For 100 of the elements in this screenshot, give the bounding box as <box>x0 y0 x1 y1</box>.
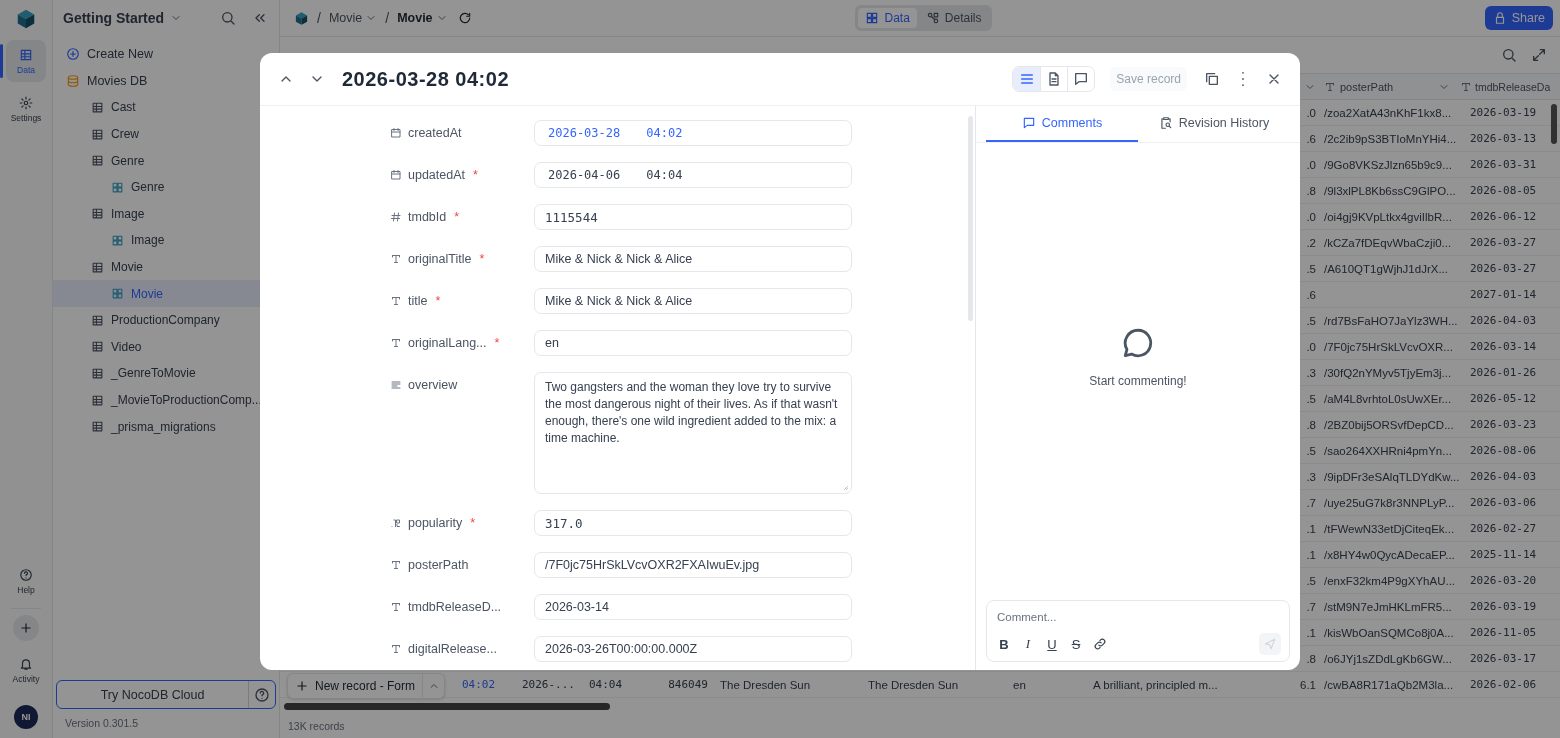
datetime-field[interactable]: 2026-03-28 04:02 <box>534 120 852 146</box>
required-mark: * <box>494 336 500 350</box>
table-cell-text: .1 <box>1305 625 1317 641</box>
add-button[interactable] <box>13 615 39 641</box>
search-button[interactable] <box>1500 46 1518 64</box>
plus-icon <box>295 679 309 693</box>
refresh-icon <box>457 11 472 25</box>
scrollbar[interactable] <box>1551 104 1557 144</box>
table-item[interactable]: _GenreToMovie <box>53 360 279 387</box>
panel-tab[interactable]: Revision History <box>1138 106 1290 142</box>
panel-tab[interactable]: Comments <box>986 106 1138 142</box>
table-cell-text: 2026-03-17 <box>1469 651 1538 667</box>
input-field[interactable]: en <box>534 330 852 356</box>
new-record-button[interactable]: New record - Form <box>288 674 422 698</box>
strike-button[interactable]: S <box>1067 635 1085 653</box>
breadcrumb-separator: / <box>317 10 321 26</box>
table-cell-text: .3 <box>1305 469 1317 485</box>
table-cell-text: 2026-03-19 <box>1469 599 1538 615</box>
field-label: digitalRelease... <box>408 642 497 656</box>
table-item[interactable]: Cast <box>53 94 279 121</box>
breadcrumb-item[interactable]: Movie <box>328 11 378 25</box>
table-icon <box>91 340 104 354</box>
scrollbar[interactable] <box>284 702 610 710</box>
table-cell: /kCZa7fDEqvWbaCzji0... <box>1324 236 1452 249</box>
expand-icon <box>1531 47 1547 63</box>
column-header[interactable]: tmdbReleaseDa <box>1456 74 1560 99</box>
table-cell-text: 2026-01-26 <box>1469 365 1538 381</box>
rail-item[interactable]: Settings <box>6 88 46 130</box>
table-item[interactable]: _prisma_migrations <box>53 413 279 440</box>
scrollbar[interactable] <box>968 116 973 321</box>
field-label: originalLang... <box>408 336 487 350</box>
more-vertical-icon <box>1241 71 1245 87</box>
table-cell: /A610QT1gWjhJ1dJrX... <box>1324 262 1448 275</box>
logo-icon <box>294 10 309 26</box>
table-icon <box>91 420 104 434</box>
rail-item[interactable]: Activity <box>6 649 46 691</box>
italic-button[interactable]: I <box>1019 635 1037 653</box>
empty-state-text: Start commenting! <box>1089 373 1187 388</box>
table-cell-text: 2027-01-14 <box>1469 287 1538 303</box>
table-item[interactable]: Image <box>53 200 279 228</box>
table-cell-text: 2026-02-06 <box>1469 677 1538 693</box>
view-item[interactable]: Image <box>53 227 279 254</box>
input-field[interactable]: /7F0jc75HrSkLVcvOXR2FXAIwuEv.jpg <box>534 552 852 578</box>
table-item[interactable]: Video <box>53 333 279 361</box>
share-button[interactable]: Share <box>1484 6 1553 30</box>
table-item[interactable]: ProductionCompany <box>53 306 279 334</box>
table-cell: 04:04 <box>589 678 623 691</box>
table-cell: /9ipDFr3eSAlqTLDYdKw... <box>1324 470 1460 483</box>
input-field[interactable]: 2026-03-14 <box>534 594 852 620</box>
base-item[interactable]: Movies DB <box>53 67 279 95</box>
field-label: originalTitle <box>408 252 472 266</box>
view-tab[interactable]: Data <box>858 8 917 28</box>
logo-icon <box>15 8 37 30</box>
text-area[interactable]: Two gangsters and the woman they love try to survive the most dangerous night of their lives. As if that wasn't enough, there's one wild ingredient added to the mix: a time machine. <box>534 372 852 494</box>
fullscreen-button[interactable] <box>1530 46 1548 64</box>
table-cell-text: 2026-03-23 <box>1469 417 1538 433</box>
table-cell: /9Go8VKSzJlzn65b9c9... <box>1324 158 1452 171</box>
user-avatar[interactable]: NI <box>14 705 38 729</box>
table-cell: /uye25uG7k8r3NNPLyP... <box>1324 496 1455 509</box>
table-cell: /enxF32km4P9gXYhAU... <box>1324 574 1456 587</box>
plus-icon <box>19 621 33 635</box>
underline-button[interactable]: U <box>1043 635 1061 653</box>
table-item[interactable]: Genre <box>53 147 279 174</box>
table-cell-text: .0 <box>1305 105 1317 121</box>
table-cell-text: 2026-02-27 <box>1469 521 1538 537</box>
table-cell: /stM9N7eJmHKLmFR5... <box>1324 600 1452 613</box>
datetime-field[interactable]: 2026-04-06 04:04 <box>534 162 852 188</box>
field-label: posterPath <box>408 558 469 572</box>
column-header[interactable]: posterPath <box>1318 74 1456 99</box>
table-cell-text: 2026-04-03 <box>1469 469 1538 485</box>
calendar-icon <box>390 127 402 139</box>
create-new-item[interactable]: Create New <box>53 41 279 68</box>
view-tab[interactable]: Details <box>918 8 989 28</box>
breadcrumb-item[interactable]: Movie <box>397 11 448 25</box>
table-cell-text: 6.1 <box>1299 677 1317 693</box>
table-cell: /sao264XXHRni4pmYn... <box>1324 444 1452 457</box>
search-button[interactable] <box>219 9 237 27</box>
table-item[interactable]: Movie <box>53 253 279 281</box>
view-item[interactable]: Genre <box>53 173 279 201</box>
input-field[interactable]: Mike & Nick & Nick & Alice <box>534 288 852 314</box>
table-item[interactable]: _MovieToProductionComp... <box>53 386 279 414</box>
rail-item[interactable]: Help <box>6 560 46 602</box>
table-cell-text: 2026-04-03 <box>1469 313 1538 329</box>
version-label: Version 0.301.5 <box>64 716 139 731</box>
text-type-icon <box>390 643 402 655</box>
record-count: 13K records <box>288 719 345 732</box>
table-cell-text: .1 <box>1305 547 1317 563</box>
input-field[interactable]: 1115544 <box>534 204 852 230</box>
input-field[interactable]: 2026-03-26T00:00:00.000Z <box>534 636 852 662</box>
table-cell-text: .0 <box>1305 209 1317 225</box>
bold-button[interactable]: B <box>995 635 1013 653</box>
hash-icon <box>390 211 402 223</box>
table-cell: /zoa2XatA43nKhF1kx8... <box>1324 106 1452 119</box>
table-icon <box>91 101 104 114</box>
input-field[interactable]: 317.0 <box>534 510 852 536</box>
table-cell: /oi4gj9KVpLtkx4gviIlbR... <box>1324 210 1452 223</box>
table-item[interactable]: Crew <box>53 120 279 148</box>
field-label: tmdbReleaseD... <box>408 600 502 614</box>
workspace-selector[interactable]: Getting Started <box>63 10 183 26</box>
input-field[interactable]: Mike & Nick & Nick & Alice <box>534 246 852 272</box>
